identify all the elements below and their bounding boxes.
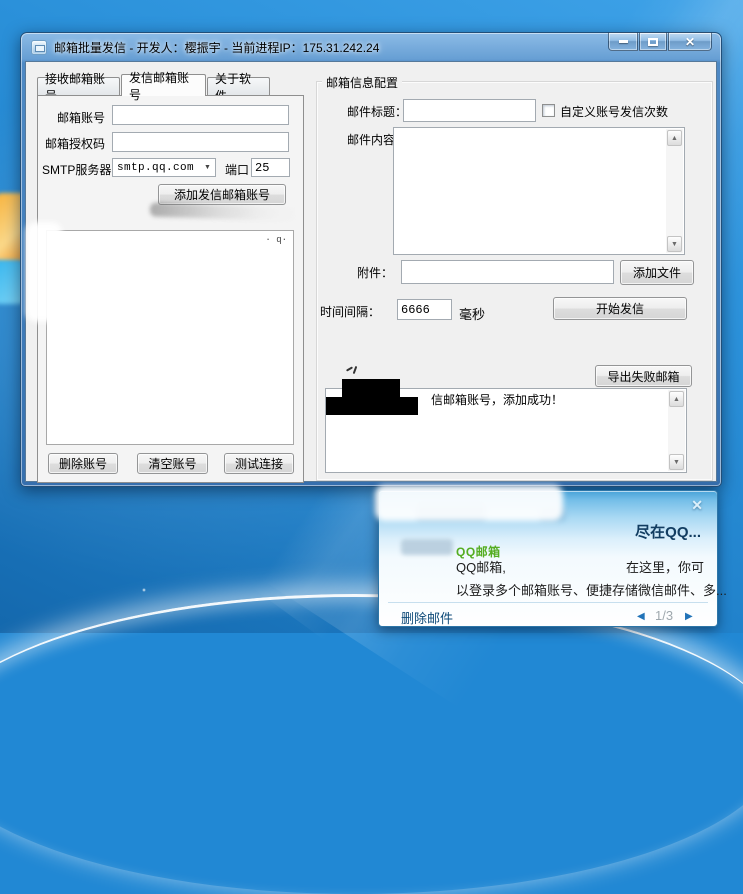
tab-sender-accounts[interactable]: 发信邮箱账号 — [121, 74, 206, 96]
sender-account-list[interactable]: · q· — [46, 230, 294, 445]
chevron-down-icon: ▼ — [200, 164, 215, 171]
window-controls: ✕ — [608, 32, 712, 51]
authcode-label: 邮箱授权码 — [45, 135, 105, 152]
account-label: 邮箱账号 — [57, 109, 105, 126]
delete-mail-link[interactable]: 删除邮件 — [401, 608, 453, 627]
add-file-button[interactable]: 添加文件 — [620, 260, 694, 285]
clear-accounts-button[interactable]: 清空账号 — [137, 453, 208, 474]
popup-headline: 尽在QQ... — [635, 521, 701, 542]
list-item-fragment: · q· — [265, 235, 287, 245]
log-message: 信邮箱账号，添加成功！ — [431, 391, 563, 408]
minimize-icon — [619, 40, 628, 43]
popup-close-icon[interactable]: ✕ — [691, 497, 703, 514]
app-icon — [31, 40, 47, 55]
smtp-server-select[interactable]: smtp.qq.com ▼ — [112, 158, 216, 177]
window-client-area: 接收邮箱账号 发信邮箱账号 关于软件 邮箱账号 邮箱授权码 SMTP服务器 sm… — [25, 61, 717, 482]
start-sending-button[interactable]: 开始发信 — [553, 297, 687, 320]
blur-redaction — [26, 222, 62, 322]
smtp-server-label: SMTP服务器 — [42, 161, 111, 178]
redaction-black — [326, 397, 418, 415]
scroll-down-icon[interactable]: ▼ — [667, 236, 682, 252]
subject-label: 邮件标题： — [347, 103, 407, 120]
custom-count-label: 自定义账号发信次数 — [560, 103, 668, 120]
scroll-up-icon[interactable]: ▲ — [669, 391, 684, 407]
window-title: 邮箱批量发信 - 开发人：樱振宇 - 当前进程IP：175.31.242.24 — [54, 39, 379, 56]
popup-body-line1: QQ邮箱, 在这里，你可 — [456, 557, 704, 576]
blur-redaction — [150, 202, 298, 221]
delete-account-button[interactable]: 删除账号 — [48, 453, 118, 474]
minimize-button[interactable] — [608, 32, 638, 51]
blur-redaction — [375, 485, 563, 521]
redaction-mark — [353, 366, 358, 374]
export-failed-button[interactable]: 导出失败邮箱 — [595, 365, 692, 387]
subject-input[interactable] — [403, 99, 536, 122]
mail-config-group: 邮箱信息配置 邮件标题： 自定义账号发信次数 邮件内容： ▲ ▼ 附件： 添加文… — [316, 81, 713, 481]
close-button[interactable]: ✕ — [668, 32, 712, 51]
wallpaper-sparkle — [142, 588, 146, 592]
tab-receive-accounts[interactable]: 接收邮箱账号 — [37, 77, 120, 96]
close-icon: ✕ — [685, 35, 695, 49]
port-label: 端口 — [225, 161, 249, 178]
add-sender-account-button[interactable]: 添加发信邮箱账号 — [158, 184, 286, 205]
tab-about[interactable]: 关于软件 — [207, 77, 270, 96]
scroll-up-icon[interactable]: ▲ — [667, 130, 682, 146]
popup-body-line1-right: 在这里，你可 — [626, 557, 704, 576]
blur-redaction — [401, 539, 453, 555]
authcode-input[interactable] — [112, 132, 289, 152]
mail-config-group-title: 邮箱信息配置 — [322, 74, 402, 91]
log-scrollbar[interactable]: ▲ ▼ — [668, 390, 685, 471]
content-scrollbar[interactable]: ▲ ▼ — [666, 129, 683, 253]
maximize-button[interactable] — [639, 32, 667, 51]
redaction-mark — [346, 366, 353, 371]
wallpaper-glow-arc — [0, 594, 743, 894]
interval-label: 时间间隔： — [320, 303, 380, 320]
content-textarea[interactable]: ▲ ▼ — [393, 127, 685, 255]
interval-unit-label: 毫秒 — [459, 304, 485, 323]
test-connection-button[interactable]: 测试连接 — [224, 453, 294, 474]
next-arrow-icon[interactable]: ▶ — [685, 611, 693, 622]
popup-divider — [388, 602, 708, 603]
attachment-label: 附件： — [357, 264, 393, 281]
popup-body-line1-left: QQ邮箱, — [456, 557, 506, 576]
custom-count-checkbox[interactable] — [542, 104, 555, 117]
scroll-down-icon[interactable]: ▼ — [669, 454, 684, 470]
popup-body-line2: 以登录多个邮箱账号、便捷存储微信邮件、多... — [456, 580, 727, 599]
smtp-server-value: smtp.qq.com — [113, 162, 200, 174]
qq-mail-popup: ✕ 尽在QQ... QQ邮箱 QQ邮箱, 在这里，你可 以登录多个邮箱账号、便捷… — [378, 490, 718, 627]
pager-count: 1/3 — [655, 608, 673, 623]
sender-accounts-panel: 邮箱账号 邮箱授权码 SMTP服务器 smtp.qq.com ▼ 端口 添加发信… — [37, 95, 304, 483]
app-window: 邮箱批量发信 - 开发人：樱振宇 - 当前进程IP：175.31.242.24 … — [20, 32, 722, 487]
attachment-input[interactable] — [401, 260, 614, 284]
interval-input[interactable] — [397, 299, 452, 320]
account-input[interactable] — [112, 105, 289, 125]
port-input[interactable] — [251, 158, 290, 177]
maximize-icon — [648, 38, 658, 46]
prev-arrow-icon[interactable]: ◀ — [637, 611, 645, 622]
